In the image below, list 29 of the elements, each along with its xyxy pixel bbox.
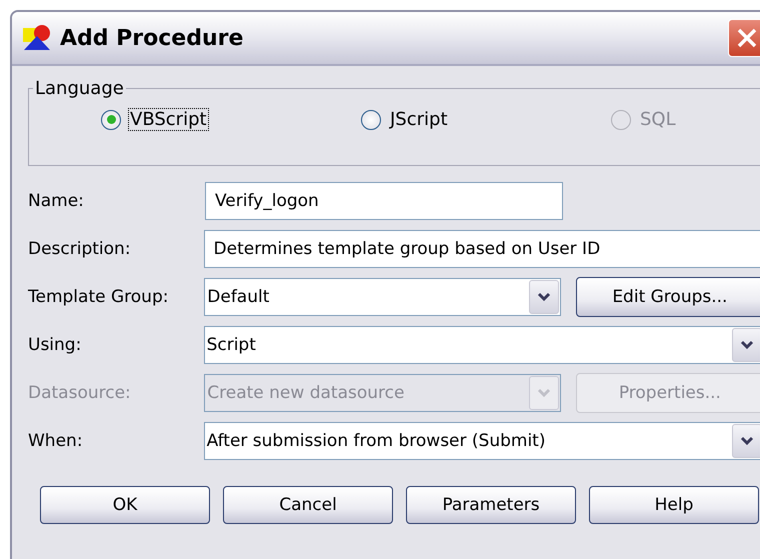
- field-label: Description:: [28, 239, 132, 259]
- dialog-button[interactable]: Parameters: [406, 486, 576, 524]
- dialog-button[interactable]: Help: [589, 486, 759, 524]
- close-button[interactable]: [728, 19, 760, 57]
- radio-option[interactable]: VBScript: [101, 109, 361, 130]
- field-label: Datasource:: [28, 383, 132, 403]
- chevron-down-icon: [536, 292, 551, 302]
- dialog-button[interactable]: Cancel: [223, 486, 393, 524]
- text-field[interactable]: Determines template group based on User ID: [204, 230, 760, 268]
- dialog-button[interactable]: OK: [40, 486, 210, 524]
- dropdown-field[interactable]: After submission from browser (Submit): [204, 422, 760, 460]
- dropdown-field[interactable]: Default: [204, 278, 561, 316]
- chevron-down-icon: [536, 388, 551, 398]
- app-logo-icon: [22, 24, 52, 52]
- radio-button[interactable]: [101, 110, 121, 130]
- radio-option[interactable]: JScript: [361, 109, 611, 130]
- chevron-down-icon: [740, 340, 754, 350]
- action-button[interactable]: Edit Groups...: [576, 277, 760, 317]
- radio-button[interactable]: [361, 110, 381, 130]
- window-title: Add Procedure: [60, 26, 244, 50]
- field-label: Name:: [28, 191, 85, 211]
- close-icon: [735, 26, 759, 50]
- chevron-down-icon: [740, 436, 754, 446]
- dropdown-field[interactable]: Script: [204, 326, 760, 364]
- field-label: Using:: [28, 335, 82, 355]
- field-label: Template Group:: [28, 287, 170, 307]
- group-label: Language: [34, 78, 125, 99]
- text-field[interactable]: Verify_logon: [205, 182, 563, 220]
- field-label: When:: [28, 431, 84, 451]
